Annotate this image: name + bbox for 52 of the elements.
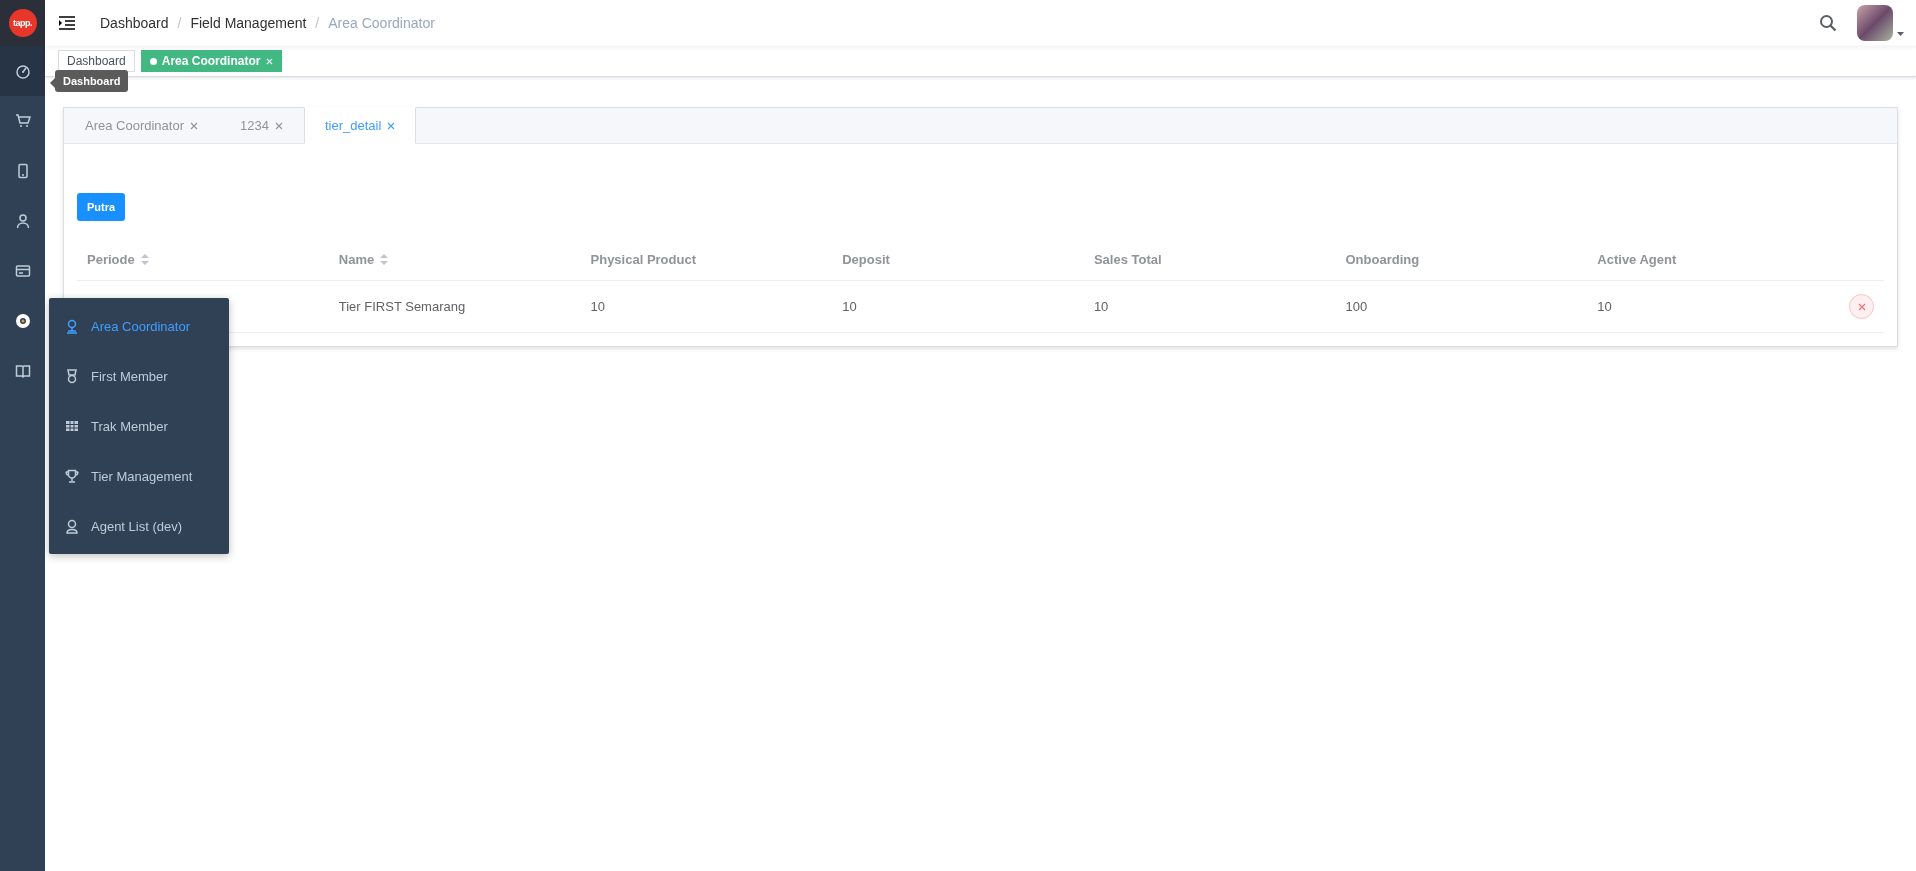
tooltip-pointer-icon (50, 78, 55, 88)
view-tag[interactable]: Dashboard (58, 50, 135, 72)
table-cell: 100 (1345, 299, 1368, 314)
grid-icon (65, 418, 79, 434)
submenu-item[interactable]: Area Coordinator (49, 301, 229, 351)
table-cell: 10 (1597, 299, 1612, 314)
close-icon[interactable] (274, 121, 283, 130)
breadcrumb-separator: / (177, 15, 182, 31)
tab[interactable]: tier_detail (303, 107, 417, 144)
putra-button[interactable]: Putra (77, 193, 126, 221)
column-header[interactable]: Name (338, 252, 375, 267)
avatar-photo-placeholder[interactable] (1857, 5, 1893, 41)
trophy-icon (65, 468, 79, 484)
breadcrumb-item[interactable]: Dashboard (100, 15, 169, 31)
breadcrumb-separator: / (315, 15, 320, 31)
card-icon[interactable] (14, 263, 31, 279)
breadcrumb-item[interactable]: Field Management (190, 15, 307, 31)
medal-icon (65, 368, 79, 384)
column-header[interactable]: Periode (87, 252, 135, 267)
caret-icon[interactable] (1897, 31, 1904, 37)
close-icon[interactable] (387, 122, 396, 130)
column-header: Physical Product (590, 252, 696, 267)
book-icon[interactable] (14, 363, 31, 379)
submenu-item[interactable]: Agent List (dev) (49, 501, 229, 551)
logo-badge[interactable]: tapp. (8, 9, 37, 37)
ring-icon[interactable] (14, 313, 31, 329)
person-pin-icon (65, 518, 79, 534)
tab[interactable]: 1234 (219, 107, 304, 143)
table-cell: 10 (842, 299, 857, 314)
column-header: Sales Total (1093, 252, 1162, 267)
table-cell: Tier FIRST Semarang (338, 299, 466, 314)
breadcrumb-item: Area Coordinator (328, 15, 435, 31)
submenu-item[interactable]: First Member (49, 351, 229, 401)
person-pin-icon (65, 318, 79, 334)
search-icon[interactable] (1819, 14, 1837, 32)
tooltip: Dashboard (55, 70, 129, 92)
view-tag[interactable]: Area Coordinator (140, 50, 283, 72)
submenu-item[interactable]: Trak Member (49, 401, 229, 451)
cart-icon[interactable] (14, 113, 31, 129)
table-cell: 10 (590, 299, 605, 314)
close-icon (1857, 302, 1866, 311)
column-header: Onboarding (1345, 252, 1420, 267)
gauge-icon[interactable] (14, 63, 31, 79)
status-dot-icon (149, 57, 157, 65)
column-header: Deposit (842, 252, 890, 267)
column-header: Active Agent (1597, 252, 1677, 267)
menu-toggle-icon[interactable] (58, 15, 76, 31)
tab[interactable]: Area Coordinator (64, 107, 219, 143)
table-cell: 10 (1093, 299, 1109, 314)
close-icon[interactable] (190, 121, 198, 130)
submenu-item[interactable]: Tier Management (49, 451, 229, 501)
user-icon[interactable] (14, 213, 31, 229)
